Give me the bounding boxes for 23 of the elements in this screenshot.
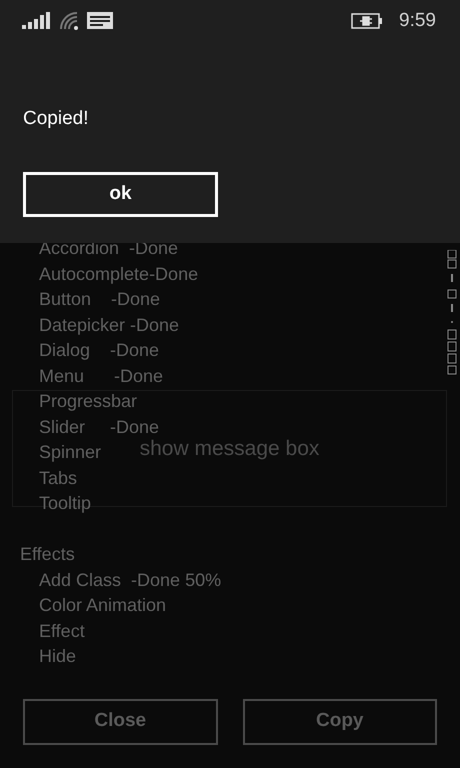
list-item: Add Class -Done 50%: [39, 568, 222, 592]
battery-charging-icon: [351, 12, 384, 28]
list-item: Dialog -Done: [39, 339, 160, 362]
list-item: Menu -Done: [39, 364, 164, 388]
list-item: Slider -Done: [39, 416, 160, 438]
wifi-icon: [60, 12, 79, 30]
list-item: Progressbar: [39, 390, 138, 413]
message-icon: [87, 12, 113, 29]
list-item: Color Animation: [39, 594, 166, 617]
group-heading: Effects: [20, 543, 75, 566]
list-item: Datepicker -Done: [39, 314, 180, 337]
list-item: Button -Done: [39, 288, 160, 311]
dialog-message: Copied!: [23, 107, 90, 131]
action-button[interactable]: Copy: [242, 698, 437, 744]
list-item: Hide: [39, 645, 76, 668]
list-item: Effect: [39, 620, 85, 642]
list-item: Spinner: [39, 441, 102, 464]
clock-time: 9:59: [399, 10, 436, 30]
signal-icon: [22, 12, 52, 29]
ok-button[interactable]: ok: [23, 172, 218, 217]
list-item: Tabs: [39, 466, 78, 490]
action-button[interactable]: Close: [23, 698, 218, 744]
list-item: Autocomplete-Done: [39, 262, 198, 286]
